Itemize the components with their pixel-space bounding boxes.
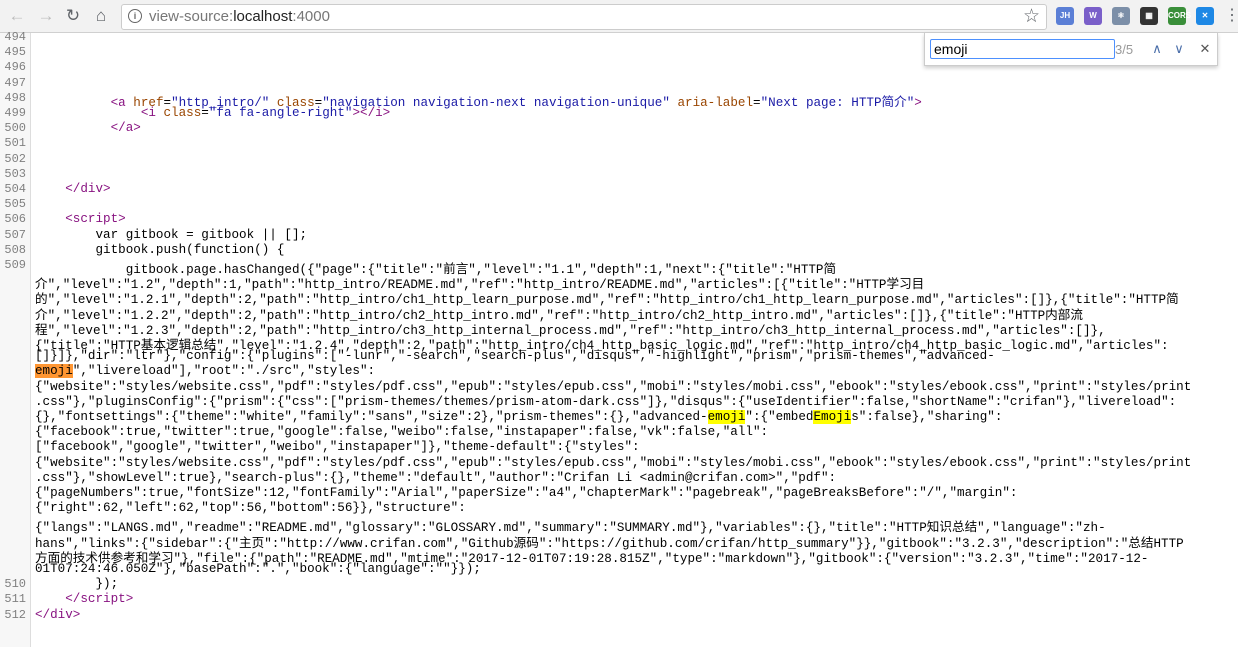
source-line: {"right":62,"left":62,"top":56,"bottom":… xyxy=(35,501,466,516)
source-line: .css"},"pluginsConfig":{"prism":{"css":[… xyxy=(35,394,1177,409)
find-match-count: 3/5 xyxy=(1115,42,1134,57)
source-line: </div> xyxy=(35,607,81,622)
source-line: ["facebook","google","twitter","weibo","… xyxy=(35,440,640,455)
line-number: 509 xyxy=(4,258,26,272)
line-number: 503 xyxy=(4,166,26,181)
source-line: {"pageNumbers":true,"fontSize":12,"fontF… xyxy=(35,486,1018,500)
line-number: 497 xyxy=(4,75,26,90)
line-number: 496 xyxy=(4,60,26,75)
source-line: }); xyxy=(35,577,119,592)
find-bar: emoji 3/5 ∧ ∨ ✕ xyxy=(924,33,1218,66)
source-line: <script> xyxy=(65,212,126,227)
extension-icon[interactable]: W xyxy=(1084,7,1102,25)
line-number: 510 xyxy=(4,577,26,592)
url-host: localhost xyxy=(233,8,293,25)
find-input[interactable]: emoji xyxy=(930,39,1115,59)
find-next-icon[interactable]: ∨ xyxy=(1169,39,1189,59)
line-number: 504 xyxy=(4,182,26,196)
line-number: 494 xyxy=(4,30,26,44)
find-close-icon[interactable]: ✕ xyxy=(1196,39,1214,59)
extension-icon[interactable]: ✕ xyxy=(1196,7,1214,25)
line-number: 499 xyxy=(4,106,26,120)
line-number: 507 xyxy=(4,227,26,242)
line-number: 501 xyxy=(4,136,26,151)
info-icon[interactable]: i xyxy=(128,9,142,23)
line-number: 505 xyxy=(4,197,26,212)
reload-icon[interactable]: ↻ xyxy=(62,5,84,27)
address-bar[interactable]: i view-source:localhost:4000 ☆ xyxy=(121,4,1047,30)
extension-icon[interactable]: CORS xyxy=(1168,7,1191,25)
home-icon[interactable]: ⌂ xyxy=(90,5,112,27)
line-number: 498 xyxy=(4,90,26,105)
url-scheme: view-source: xyxy=(149,8,234,25)
source-line: <i class="fa fa-angle-right"></i> xyxy=(140,106,391,120)
line-number: 508 xyxy=(4,242,26,257)
source-view: 494 495 496 497 498 <a href="http_intro/" cl… xyxy=(0,30,1238,647)
find-previous-icon[interactable]: ∧ xyxy=(1147,39,1167,59)
line-number: 512 xyxy=(4,607,26,622)
line-number: 502 xyxy=(4,151,26,166)
source-line: var gitbook = gitbook || []; xyxy=(35,227,308,242)
source-line: </div> xyxy=(65,182,111,196)
bookmark-star-icon[interactable]: ☆ xyxy=(1023,5,1040,29)
line-number: 506 xyxy=(4,212,26,227)
forward-icon[interactable]: → xyxy=(35,5,57,27)
source-line: gitbook.push(function() { xyxy=(35,242,285,257)
url-text[interactable]: view-source:localhost:4000 xyxy=(149,8,330,25)
source-line: </a> xyxy=(110,121,141,136)
source-line: {"website":"styles/website.css","pdf":"s… xyxy=(35,455,1192,470)
source-line: .css"},"showLevel":true},"search-plus":{… xyxy=(35,470,837,485)
line-number: 500 xyxy=(4,121,26,136)
extension-icon[interactable]: ⚛ xyxy=(1112,7,1130,25)
source-line: {"facebook":true,"twitter":true,"google"… xyxy=(35,425,769,440)
line-number: 511 xyxy=(4,592,26,607)
browser-toolbar: ← → ↻ ⌂ i view-source:localhost:4000 ☆ J… xyxy=(0,0,1238,33)
source-line: 01T07:24:46.050Z"},"basePath":".","book"… xyxy=(35,562,481,576)
source-line: {"website":"styles/website.css","pdf":"s… xyxy=(35,379,1192,394)
menu-icon[interactable]: ⋮ xyxy=(1224,5,1238,27)
source-line: </script> xyxy=(65,592,134,607)
back-icon[interactable]: ← xyxy=(6,5,28,27)
source-line: []}]},"dir":"ltr"},"config":{"plugins":[… xyxy=(35,349,995,364)
extension-icon[interactable]: JH xyxy=(1056,7,1074,25)
line-number: 495 xyxy=(4,45,26,60)
url-port: :4000 xyxy=(292,8,330,25)
source-line: {},"fontsettings":{"theme":"white","fami… xyxy=(35,410,1003,424)
source-line: emoji","livereload"],"root":"./src","sty… xyxy=(35,364,376,379)
extension-icon[interactable]: ▦ xyxy=(1140,7,1158,25)
